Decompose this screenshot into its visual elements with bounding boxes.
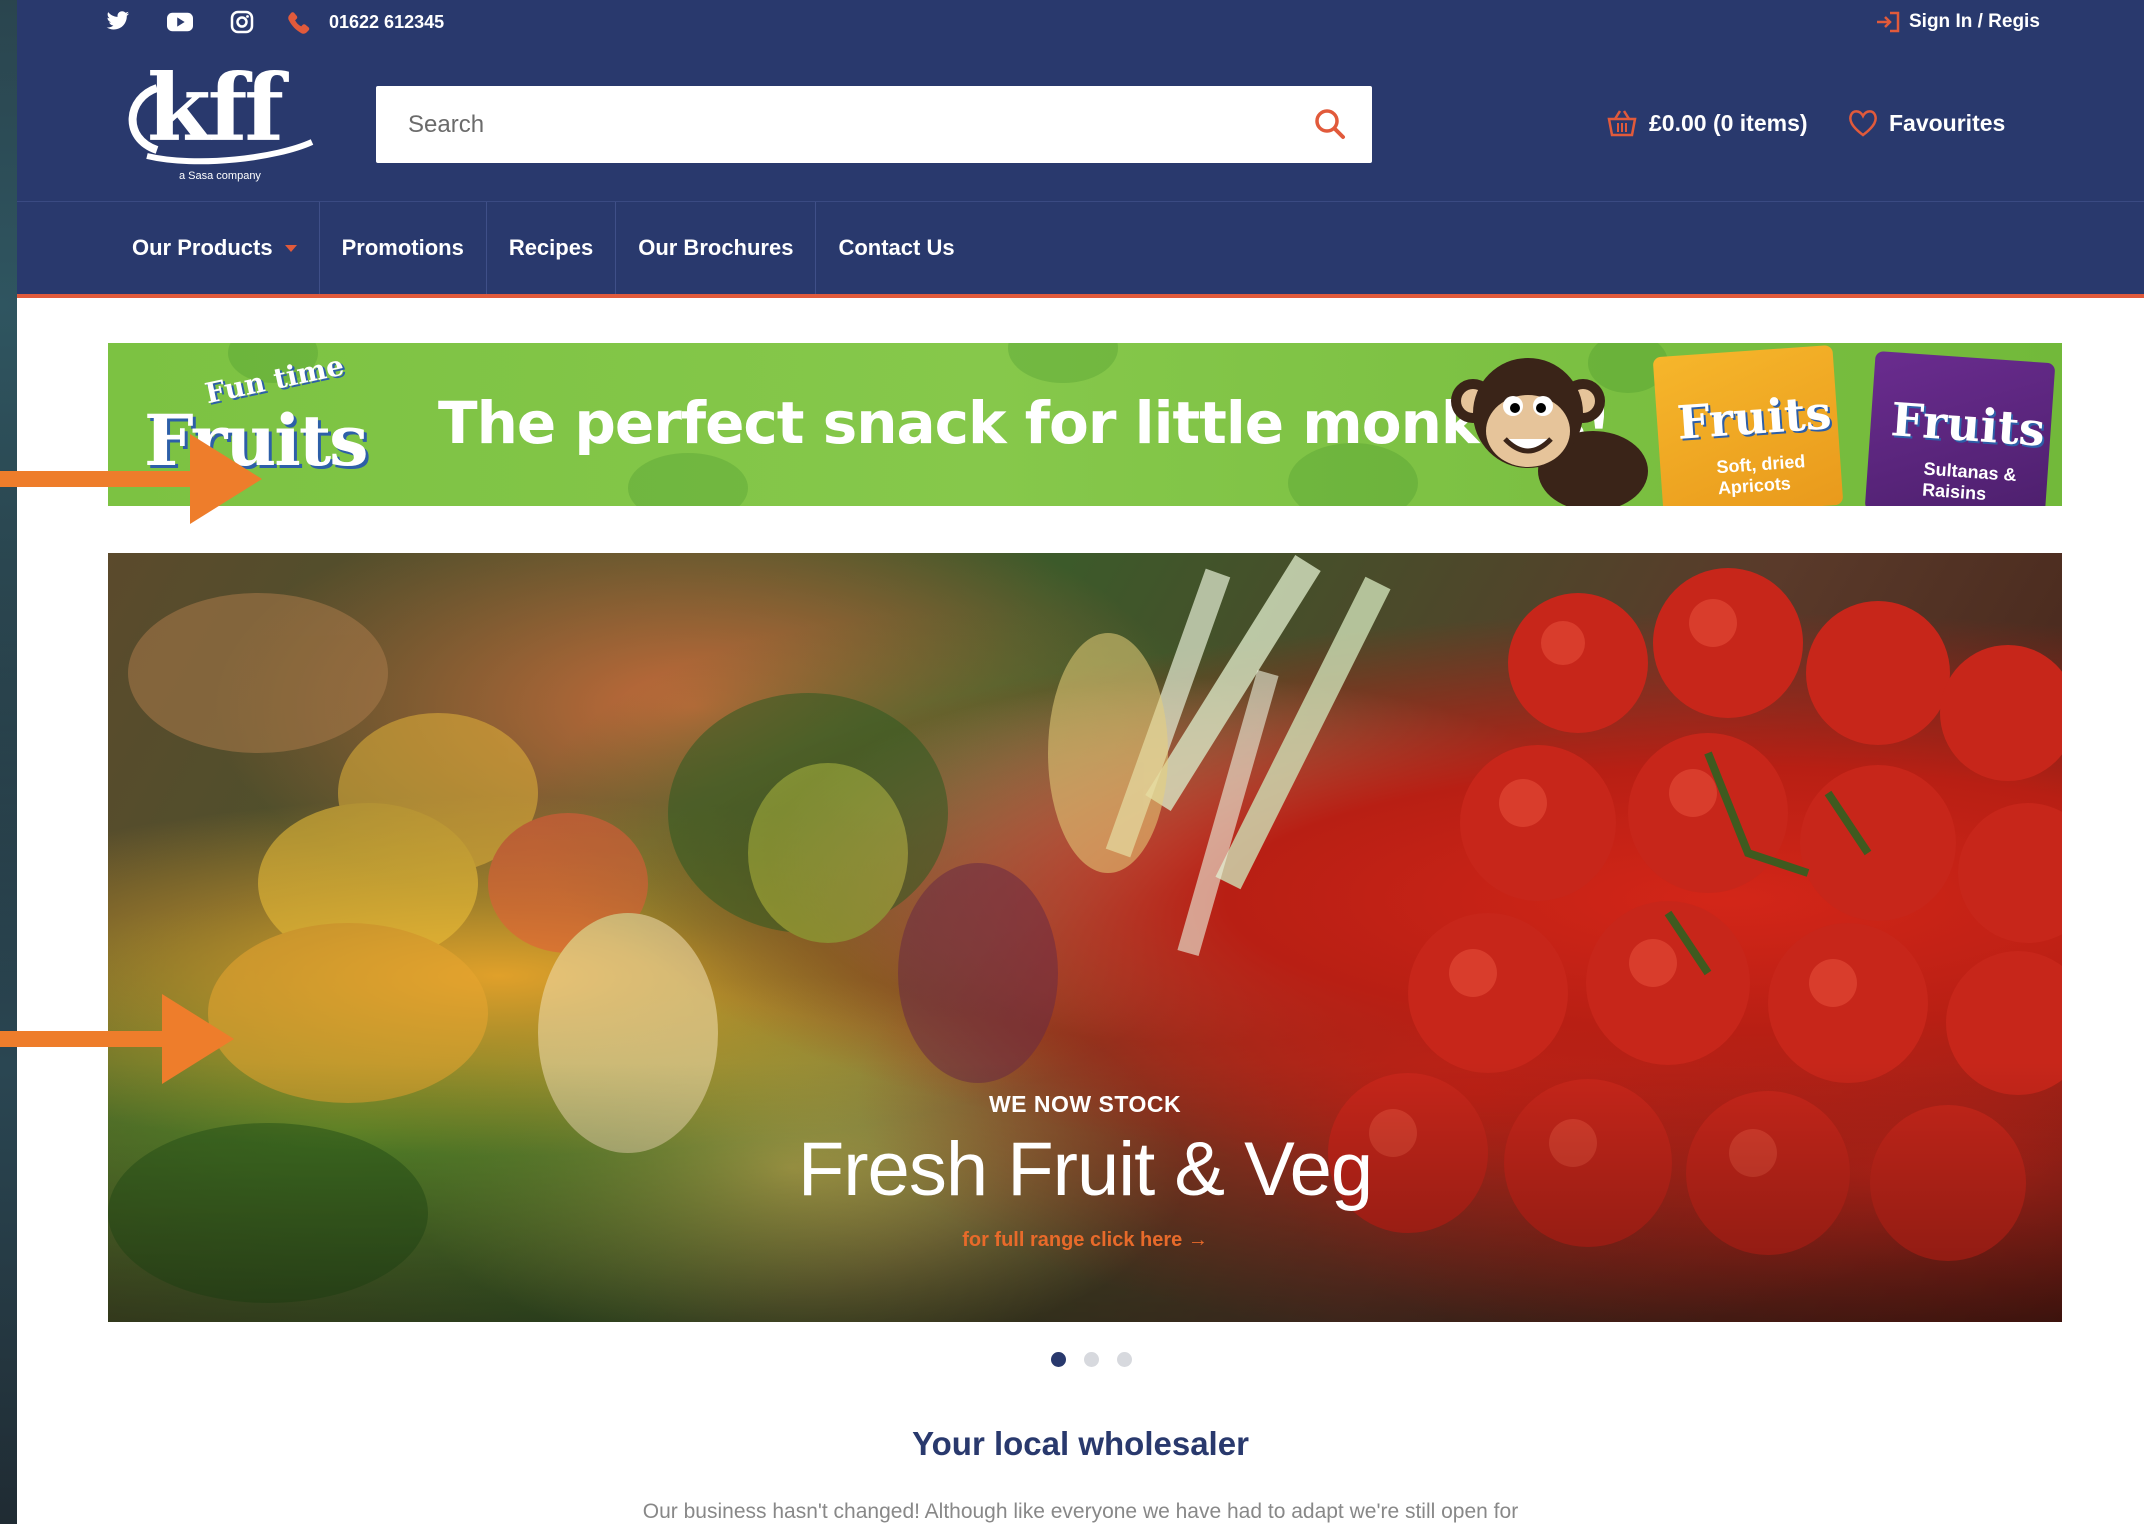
- carousel-dots: [1051, 1352, 1132, 1367]
- chevron-down-icon: [284, 244, 297, 252]
- intro-title: Your local wholesaler: [912, 1425, 1249, 1462]
- hero-kicker: WE NOW STOCK: [988, 1091, 1182, 1117]
- utility-bar: 01622 612345 Sign In / Regis: [17, 0, 2144, 46]
- sign-in-label: Sign In / Regis: [1909, 11, 2040, 32]
- youtube-icon[interactable]: [167, 9, 193, 35]
- intro-body: Our business hasn't changed! Although li…: [642, 1500, 1519, 1523]
- hero-title: Fresh Fruit & Veg: [797, 1127, 1373, 1212]
- carousel-dot-3[interactable]: [1117, 1352, 1132, 1367]
- monkey-illustration: [1451, 358, 1648, 506]
- phone-icon: [285, 9, 313, 41]
- banner-tagline: The perfect snack for little monkeys!: [438, 389, 1612, 457]
- annotation-arrow-hero: [0, 994, 234, 1084]
- sign-in-link[interactable]: Sign In / Regis: [1875, 11, 2040, 33]
- basket-link[interactable]: £0.00 (0 items): [1605, 108, 1808, 138]
- instagram-icon[interactable]: [229, 9, 255, 35]
- nav-item-label: Our Products: [132, 235, 273, 260]
- social-icons: [105, 9, 255, 35]
- logo-tagline: a Sasa company: [179, 170, 261, 182]
- nav-item-recipes[interactable]: Recipes: [487, 202, 617, 294]
- search-input[interactable]: [406, 93, 1310, 156]
- pack2-subtitle: Sultanas & Raisins: [1921, 458, 2018, 504]
- logo-text: kff: [147, 54, 284, 162]
- nav-item-contact-us[interactable]: Contact Us: [816, 202, 976, 294]
- basket-total: £0.00 (0 items): [1649, 109, 1808, 136]
- main-nav: Our Products Promotions Recipes Our Broc…: [17, 201, 2144, 298]
- website-frame: 01622 612345 Sign In / Regis kff a Sasa …: [17, 0, 2144, 1524]
- favourites-link[interactable]: Favourites: [1847, 108, 2005, 138]
- nav-item-our-products[interactable]: Our Products: [112, 202, 320, 294]
- carousel-dot-1[interactable]: [1051, 1352, 1066, 1367]
- pack1-subtitle: Soft, dried Apricots: [1715, 451, 1806, 499]
- phone-number[interactable]: 01622 612345: [329, 12, 444, 33]
- twitter-icon[interactable]: [105, 9, 131, 35]
- sign-in-icon: [1877, 11, 1900, 33]
- annotation-arrow-banner: [0, 434, 262, 524]
- favourites-label: Favourites: [1889, 109, 2006, 136]
- search-box: [376, 86, 1372, 163]
- nav-item-label: Contact Us: [838, 235, 955, 260]
- search-icon[interactable]: [1312, 106, 1348, 146]
- hero-slide[interactable]: WE NOW STOCK Fresh Fruit & Veg for full …: [108, 553, 2062, 1322]
- pack2-title: Fruits: [1889, 392, 2047, 457]
- promo-banner[interactable]: Fun time Fruits The perfect snack for li…: [108, 343, 2062, 506]
- heart-icon: [1849, 110, 1877, 137]
- nav-item-our-brochures[interactable]: Our Brochures: [616, 202, 817, 294]
- basket-icon: [1607, 110, 1637, 137]
- hero-link[interactable]: for full range click here →: [108, 1229, 2062, 1252]
- pack1-title: Fruits: [1675, 385, 1833, 450]
- kff-logo[interactable]: kff a Sasa company: [117, 58, 317, 188]
- nav-item-promotions[interactable]: Promotions: [320, 202, 487, 294]
- apricots-pack: Fruits Soft, dried Apricots: [1652, 344, 1844, 506]
- carousel-dot-2[interactable]: [1084, 1352, 1099, 1367]
- nav-item-label: Promotions: [341, 235, 464, 260]
- nav-items: Our Products Promotions Recipes Our Broc…: [112, 202, 977, 294]
- site-header: kff a Sasa company £0.00 (0 items) Favou…: [17, 46, 2144, 201]
- sultanas-pack: Fruits Sultanas & Raisins: [1864, 350, 2056, 506]
- nav-item-label: Our Brochures: [638, 235, 794, 260]
- nav-item-label: Recipes: [508, 235, 594, 260]
